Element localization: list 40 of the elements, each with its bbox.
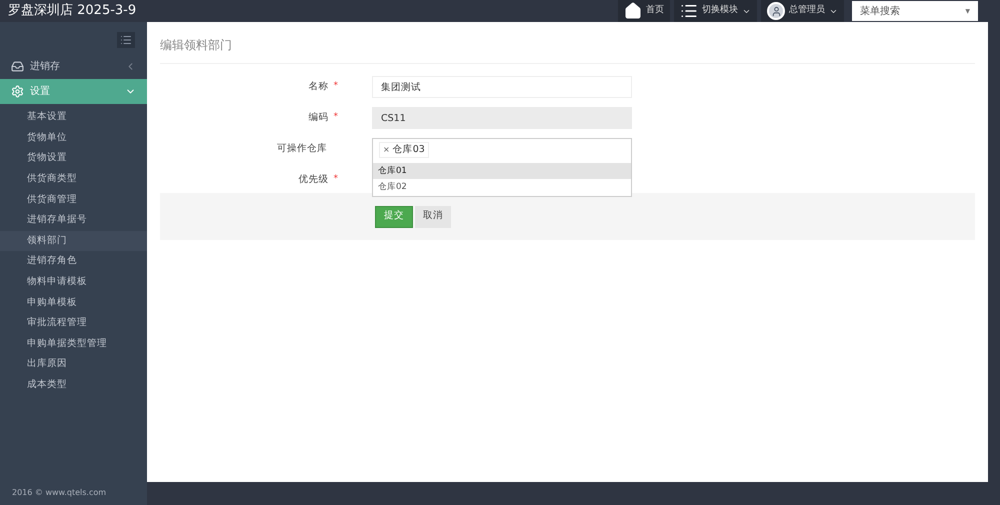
sidebar-item[interactable]: 进销存角色	[0, 251, 147, 272]
sidebar-group[interactable]: 进销存	[0, 54, 147, 79]
sidebar-item[interactable]: 货物设置	[0, 148, 147, 169]
sidebar-item[interactable]: 审批流程管理	[0, 312, 147, 334]
nav-button[interactable]: 总管理员	[761, 0, 844, 22]
sidebar-item[interactable]: 进销存单据号	[0, 210, 147, 231]
settings-icon	[11, 85, 24, 98]
sidebar-item[interactable]: 领料部门	[0, 230, 147, 252]
sidebar-item[interactable]: 申购单模板	[0, 292, 147, 313]
home-icon	[624, 2, 642, 20]
list-icon	[680, 2, 698, 20]
brand-title: 罗盘深圳店 2025-3-9	[8, 2, 136, 20]
field-label: 编码	[308, 110, 328, 125]
sidebar-item[interactable]: 货物单位	[0, 128, 147, 148]
field-label: 名称	[308, 80, 328, 94]
dropdown-option[interactable]: 仓库01	[373, 163, 631, 179]
sidebar-item[interactable]: 供货商管理	[0, 189, 147, 210]
sidebar-item[interactable]: 申购单据类型管理	[0, 334, 147, 354]
sidebar-item[interactable]: 物料申请模板	[0, 272, 147, 292]
avatar-icon	[767, 2, 785, 20]
sidebar-item[interactable]: 供货商类型	[0, 168, 147, 190]
field-label: 可操作仓库	[277, 142, 327, 156]
remove-icon[interactable]: ×	[383, 144, 390, 156]
nav-button[interactable]: 首页	[618, 0, 670, 22]
cancel-button[interactable]: 取消	[415, 206, 451, 228]
menu-icon[interactable]	[117, 32, 135, 48]
field-label: 优先级	[298, 172, 328, 187]
nav-button[interactable]: 切换模块	[674, 0, 757, 22]
sidebar-item[interactable]: 基本设置	[0, 107, 147, 128]
sidebar-item[interactable]: 成本类型	[0, 374, 147, 396]
page-title: 编辑领料部门	[160, 36, 975, 64]
sidebar-item[interactable]: 出库原因	[0, 354, 147, 375]
tag: × 仓库03	[379, 142, 429, 158]
required-mark: *	[334, 80, 338, 94]
footer-text: 2016 © www.qtels.com	[11, 487, 108, 499]
multiselect-field[interactable]: × 仓库03 仓库01 仓库02	[372, 138, 632, 197]
required-mark: *	[334, 111, 338, 124]
inbox-icon	[11, 60, 24, 73]
input-field[interactable]: 集团测试	[372, 76, 632, 98]
required-mark: *	[334, 173, 338, 186]
